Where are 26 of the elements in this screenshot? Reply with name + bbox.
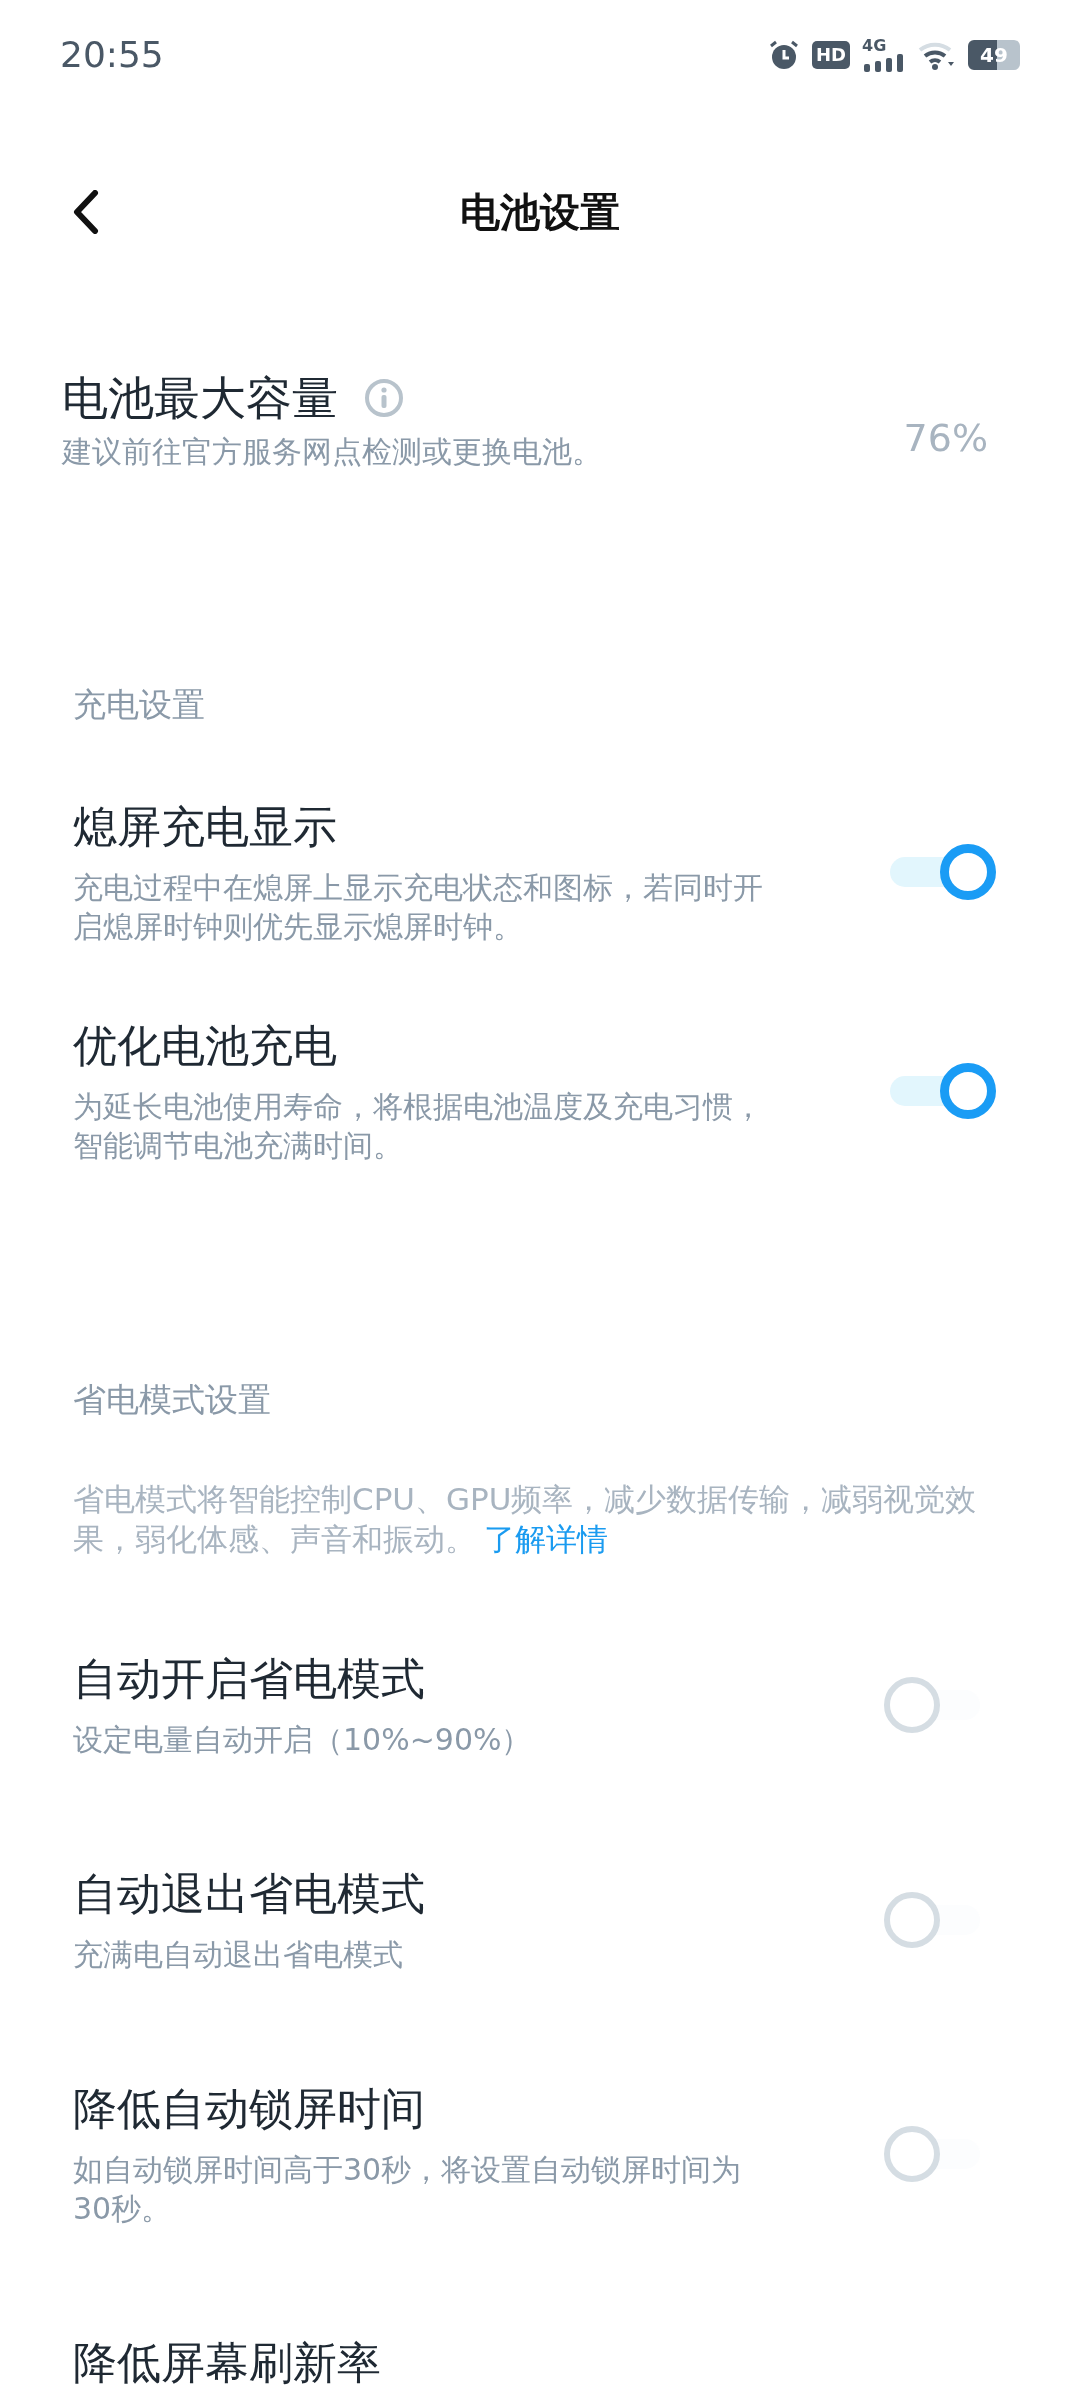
signal-icon (862, 54, 906, 72)
setting-title: 降低屏幕刷新率 (73, 2336, 381, 2388)
info-icon[interactable] (364, 378, 404, 418)
hd-badge: HD (812, 41, 850, 69)
setting-description: 建议前往官方服务网点检测或更换电池。 (62, 433, 602, 471)
status-time: 20:55 (60, 33, 164, 77)
section-header: 省电模式设置 (73, 1379, 272, 1421)
setting-title: 降低自动锁屏时间 (73, 2082, 426, 2136)
setting-title: 自动退出省电模式 (73, 1867, 426, 1921)
setting-description: 充电过程中在熄屏上显示充电状态和图标，若同时开启熄屏时钟则优先显示熄屏时钟。 (73, 869, 764, 946)
setting-description: 充满电自动退出省电模式 (73, 1936, 404, 1974)
page-title: 电池设置 (460, 188, 620, 237)
setting-description: 如自动锁屏时间高于30秒，将设置自动锁屏时间为30秒。 (73, 2151, 743, 2228)
setting-title: 自动开启省电模式 (73, 1652, 426, 1706)
setting-title: 电池最大容量 (62, 370, 338, 427)
network-type: 4G (862, 38, 887, 54)
setting-description: 为延长电池使用寿命，将根据电池温度及充电习惯，智能调节电池充满时间。 (73, 1088, 764, 1165)
alarm-icon (768, 39, 800, 71)
capacity-value: 76% (903, 415, 988, 462)
wifi-icon (918, 40, 956, 70)
setting-title: 熄屏充电显示 (73, 800, 338, 854)
section-header: 充电设置 (73, 684, 206, 726)
section-description: 省电模式将智能控制CPU、GPU频率，减少数据传输，减弱视觉效果，弱化体感、声音和振动。 了解详情 (72, 1480, 978, 1559)
setting-description: 设定电量自动开启（10%~90%） (73, 1721, 533, 1759)
learn-more-link[interactable]: 了解详情 (484, 1521, 608, 1557)
setting-title: 优化电池充电 (73, 1019, 338, 1073)
